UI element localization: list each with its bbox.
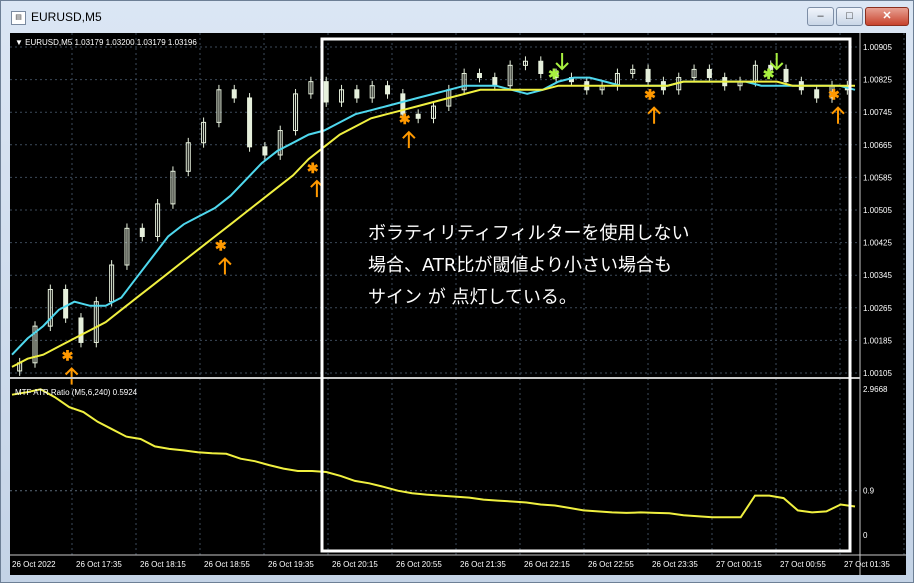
buy-star-icon: ✱	[62, 348, 74, 364]
buy-star-icon: ✱	[644, 87, 656, 103]
candle-body	[415, 113, 421, 119]
sell-star-icon: ✱	[548, 66, 560, 82]
time-label: 26 Oct 20:15	[332, 560, 378, 569]
candle-body	[231, 89, 237, 99]
candle-body	[78, 317, 84, 343]
candle-body	[706, 68, 712, 79]
time-label: 26 Oct 18:55	[204, 560, 250, 569]
buy-arrow-icon	[402, 130, 416, 149]
buy-arrow-icon	[831, 106, 845, 124]
indicator-header: MTF ATR Ratio (M5,6,240) 0.5924	[15, 388, 138, 397]
candle-body	[262, 146, 268, 156]
buy-star-icon: ✱	[399, 111, 411, 127]
time-label: 26 Oct 22:15	[524, 560, 570, 569]
candle-body	[323, 81, 329, 103]
candle-body	[492, 77, 498, 87]
maximize-button[interactable]: □	[836, 7, 863, 26]
candle-body	[385, 85, 391, 95]
candle-body	[645, 68, 651, 83]
candle-body	[247, 97, 253, 148]
price-label: 1.00345	[863, 271, 892, 280]
candle-body	[538, 60, 544, 74]
annotation-line-2: 場合、ATR比が閾値より小さい場合も	[368, 255, 672, 276]
candle-body	[476, 72, 482, 79]
buy-arrow-icon	[218, 257, 232, 275]
price-label: 1.00665	[863, 141, 892, 150]
candle-body	[139, 227, 145, 237]
candle-body	[63, 288, 69, 319]
candle-body	[354, 89, 360, 99]
time-label: 26 Oct 22:55	[588, 560, 634, 569]
price-label: 1.00825	[863, 76, 892, 85]
subwindow-separator[interactable]	[10, 377, 860, 379]
time-label: 26 Oct 18:15	[140, 560, 186, 569]
time-label: 26 Oct 17:35	[76, 560, 122, 569]
price-label: 1.00425	[863, 239, 892, 248]
sell-star-icon: ✱	[763, 66, 775, 82]
time-label: 27 Oct 00:15	[716, 560, 762, 569]
main-chart-header: ▼ EURUSD,M5 1.03179 1.03200 1.03179 1.03…	[15, 38, 197, 47]
chart-window-icon: ▤	[11, 11, 26, 25]
price-label: 1.00185	[863, 336, 892, 345]
time-label: 26 Oct 23:35	[652, 560, 698, 569]
time-label: 26 Oct 2022	[12, 560, 56, 569]
buy-star-icon: ✱	[828, 87, 840, 103]
price-label: 1.00585	[863, 173, 892, 182]
close-button[interactable]: ✕	[865, 7, 909, 26]
window-title: EURUSD,M5	[31, 10, 102, 24]
price-label: 1.00105	[863, 369, 892, 378]
annotation-line-3: サイン が 点灯している。	[368, 287, 577, 308]
price-label: 1.00265	[863, 304, 892, 313]
price-label: 1.00745	[863, 108, 892, 117]
terminal-window: ▤ EURUSD,M5 ‒ □ ✕ ✱ ✱ ✱ ✱ ✱ ✱ ✱ ✱ 1.00905 1.0082…	[0, 0, 914, 583]
candle-body	[814, 89, 820, 99]
price-label: 1.00505	[863, 206, 892, 215]
title-bar[interactable]: ▤ EURUSD,M5 ‒ □ ✕	[1, 1, 913, 31]
time-label: 26 Oct 20:55	[396, 560, 442, 569]
price-label: 1.00905	[863, 43, 892, 52]
atr-ratio-line	[11, 388, 856, 519]
buy-arrow-icon	[64, 367, 79, 385]
buy-star-icon: ✱	[307, 160, 319, 176]
time-label: 27 Oct 01:35	[844, 560, 890, 569]
buy-star-icon: ✱	[215, 237, 227, 253]
time-label: 26 Oct 21:35	[460, 560, 506, 569]
atr-axis-label: 0.9	[863, 487, 875, 496]
time-label: 27 Oct 00:55	[780, 560, 826, 569]
candle-body	[783, 68, 789, 83]
time-label: 26 Oct 19:35	[268, 560, 314, 569]
price-chart-svg[interactable]: ✱ ✱ ✱ ✱ ✱ ✱ ✱ ✱ 1.00905 1.00825 1.00745 1.00665 1.0…	[10, 33, 906, 575]
atr-axis-label: 0	[863, 531, 868, 540]
minimize-button[interactable]: ‒	[807, 7, 834, 26]
buy-arrow-icon	[647, 106, 661, 124]
chart-canvas[interactable]: ✱ ✱ ✱ ✱ ✱ ✱ ✱ ✱ 1.00905 1.00825 1.00745 1.00665 1.0…	[10, 33, 906, 575]
annotation-line-1: ボラティリティフィルターを使用しない	[368, 223, 689, 244]
atr-axis-label: 2.9668	[863, 385, 888, 394]
